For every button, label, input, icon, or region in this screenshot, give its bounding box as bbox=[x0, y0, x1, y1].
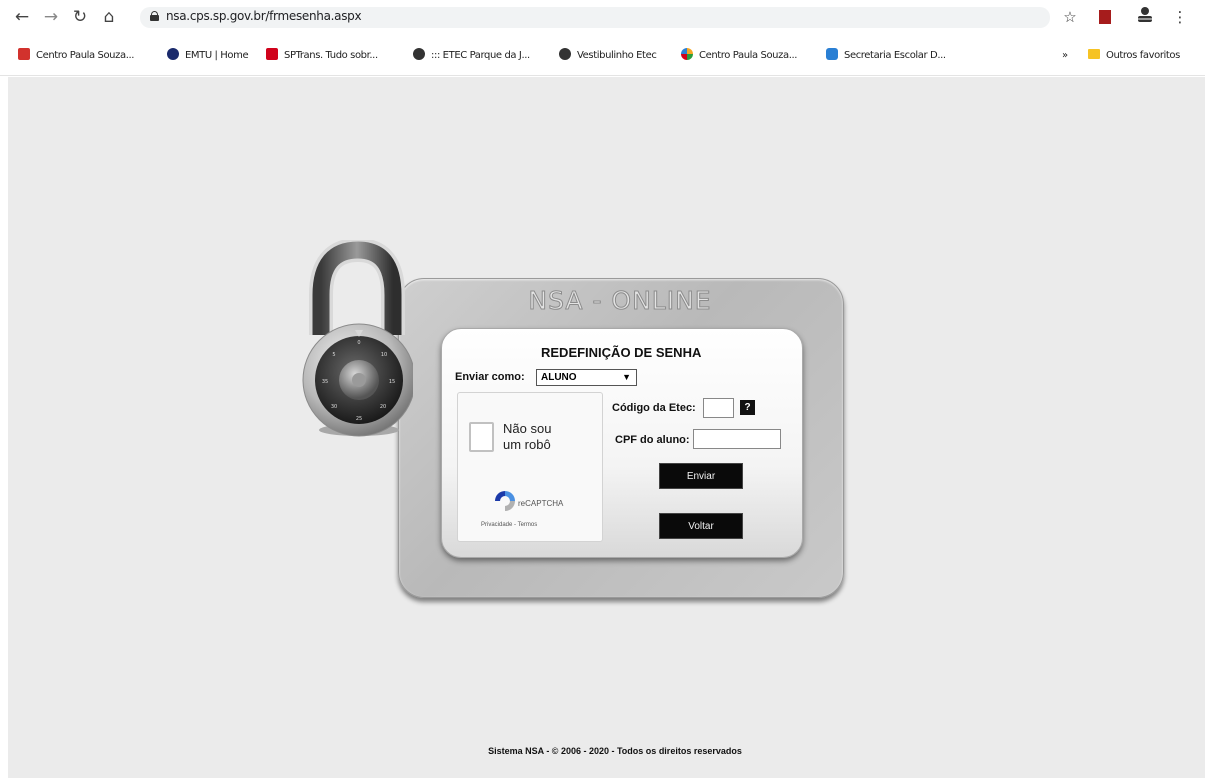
recaptcha-checkbox[interactable] bbox=[469, 422, 494, 452]
svg-text:35: 35 bbox=[322, 379, 328, 385]
profile-avatar-icon[interactable] bbox=[1133, 6, 1157, 28]
bookmark-vestibulinho[interactable]: Vestibulinho Etec bbox=[559, 48, 657, 64]
recaptcha-privacy-terms[interactable]: Privacidade - Termos bbox=[481, 522, 537, 528]
forward-arrow-icon[interactable]: → bbox=[40, 6, 62, 28]
bookmark-favicon-icon bbox=[266, 48, 278, 60]
form-heading: REDEFINIÇÃO DE SENHA bbox=[541, 345, 702, 360]
folder-icon bbox=[1088, 49, 1100, 59]
recaptcha-logo-icon bbox=[491, 489, 519, 513]
back-arrow-icon[interactable]: ← bbox=[11, 6, 33, 28]
footer-text: Sistema NSA - © 2006 - 2020 - Todos os d… bbox=[488, 746, 742, 756]
bookmark-centro-paula-souza[interactable]: Centro Paula Souza... bbox=[18, 48, 134, 64]
bookmark-secretaria-escolar[interactable]: Secretaria Escolar D... bbox=[826, 48, 946, 64]
bookmark-outros-favoritos[interactable]: Outros favoritos bbox=[1088, 48, 1180, 64]
app-title: NSA - ONLINE bbox=[528, 286, 712, 316]
bookmark-centro-paula-souza-2[interactable]: Centro Paula Souza... bbox=[681, 48, 797, 64]
browser-toolbar: ← → ↻ ⌂ nsa.cps.sp.gov.br/frmesenha.aspx… bbox=[0, 0, 1205, 34]
svg-text:10: 10 bbox=[381, 352, 387, 358]
more-bookmarks-chevron-icon[interactable]: » bbox=[1062, 48, 1068, 64]
cpf-input[interactable] bbox=[693, 429, 781, 449]
bookmark-favicon-icon bbox=[18, 48, 30, 60]
recaptcha-label: Não sou um robô bbox=[503, 421, 552, 452]
reload-icon[interactable]: ↻ bbox=[69, 6, 91, 28]
menu-kebab-icon[interactable]: ⋮ bbox=[1172, 6, 1188, 28]
cpf-label: CPF do aluno: bbox=[615, 434, 690, 446]
send-as-select[interactable]: ALUNO ▼ bbox=[536, 369, 637, 386]
etec-code-input[interactable] bbox=[703, 398, 734, 418]
svg-text:15: 15 bbox=[389, 379, 395, 385]
home-icon[interactable]: ⌂ bbox=[98, 6, 120, 28]
svg-text:0: 0 bbox=[357, 340, 360, 346]
svg-text:25: 25 bbox=[356, 416, 362, 422]
padlock-icon: 0 10 15 20 25 30 35 5 bbox=[293, 237, 416, 440]
globe-icon bbox=[559, 48, 571, 60]
bookmark-sptrans[interactable]: SPTrans. Tudo sobr... bbox=[266, 48, 378, 64]
bookmark-emtu[interactable]: EMTU | Home bbox=[167, 48, 249, 64]
svg-text:20: 20 bbox=[380, 404, 386, 410]
globe-icon bbox=[413, 48, 425, 60]
back-button[interactable]: Voltar bbox=[659, 513, 743, 539]
bookmark-favicon-icon bbox=[681, 48, 693, 60]
pdf-extension-icon[interactable] bbox=[1095, 6, 1115, 28]
bookmark-etec-parque[interactable]: ::: ETEC Parque da J... bbox=[413, 48, 530, 64]
bookmarks-bar: Centro Paula Souza... EMTU | Home SPTran… bbox=[0, 34, 1205, 76]
help-button[interactable]: ? bbox=[740, 400, 755, 415]
send-as-value: ALUNO bbox=[541, 372, 577, 383]
bookmark-favicon-icon bbox=[826, 48, 838, 60]
lock-icon bbox=[150, 11, 159, 21]
recaptcha-brand: reCAPTCHA bbox=[518, 499, 564, 508]
send-as-label: Enviar como: bbox=[455, 371, 525, 383]
recaptcha-widget bbox=[457, 392, 603, 542]
star-icon[interactable]: ☆ bbox=[1060, 6, 1080, 28]
bookmark-favicon-icon bbox=[167, 48, 179, 60]
svg-text:30: 30 bbox=[331, 404, 337, 410]
send-button[interactable]: Enviar bbox=[659, 463, 743, 489]
svg-text:5: 5 bbox=[332, 352, 335, 358]
dropdown-arrow-icon: ▼ bbox=[622, 372, 631, 382]
etec-code-label: Código da Etec: bbox=[612, 402, 696, 414]
url-text[interactable]: nsa.cps.sp.gov.br/frmesenha.aspx bbox=[166, 9, 362, 23]
browser-window: ← → ↻ ⌂ nsa.cps.sp.gov.br/frmesenha.aspx… bbox=[0, 0, 1205, 778]
